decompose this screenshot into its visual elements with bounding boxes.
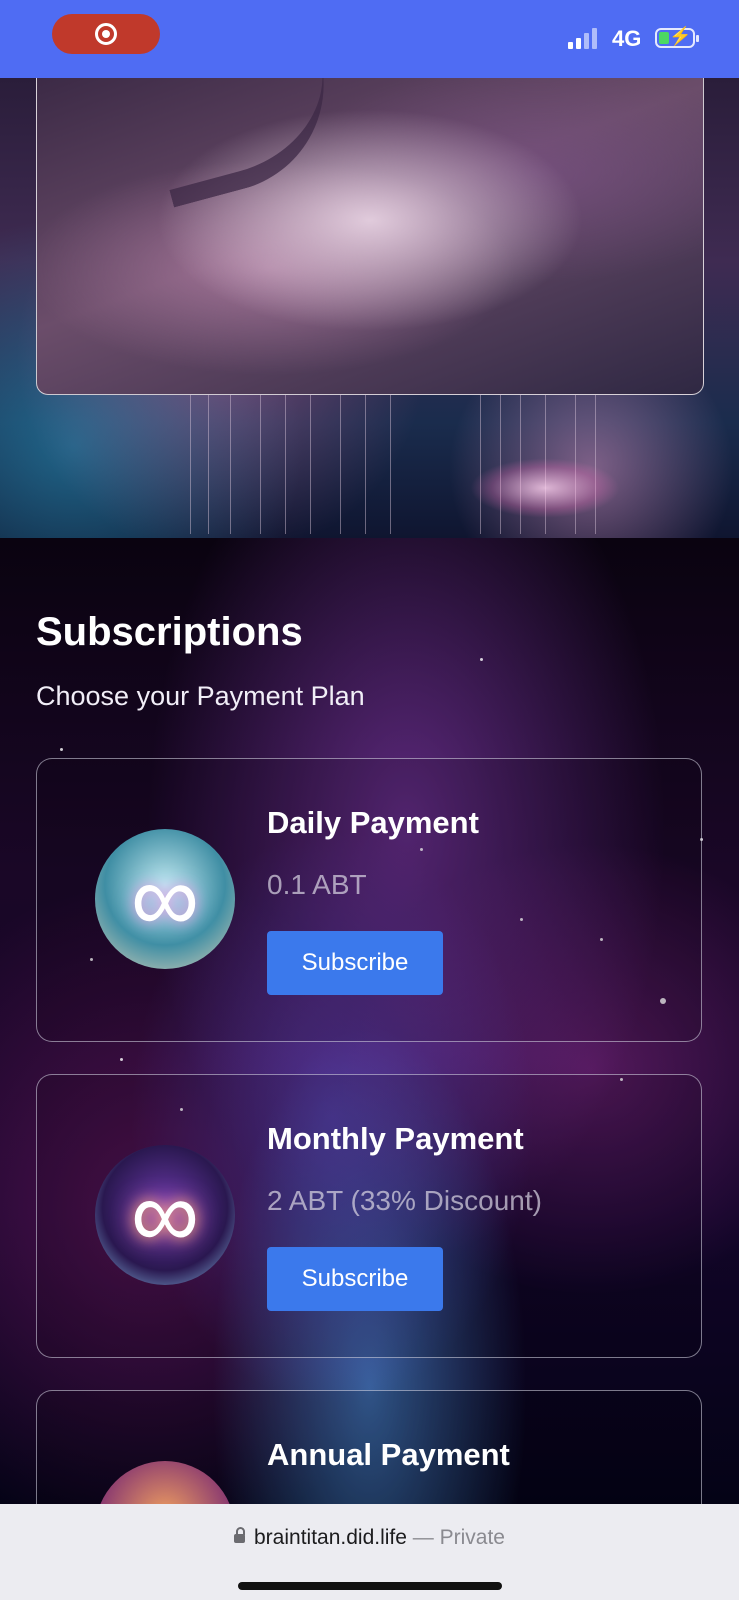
home-indicator[interactable]: [238, 1582, 502, 1590]
infinity-icon: ∞: [95, 1145, 235, 1285]
network-type: 4G: [612, 26, 642, 51]
infinity-icon: ∞: [95, 829, 235, 969]
screen-recording-indicator[interactable]: [52, 14, 160, 54]
cellular-signal-icon: [568, 28, 597, 49]
browser-address-bar[interactable]: braintitan.did.life — Private: [0, 1504, 739, 1600]
plan-price: 0.1 ABT: [267, 869, 367, 900]
plan-price: 2 ABT (33% Discount): [267, 1185, 542, 1216]
plan-card-annual: ∞ Annual Payment: [36, 1390, 702, 1504]
lock-icon: [234, 1527, 245, 1543]
url-separator: —: [412, 1526, 434, 1549]
plan-card-monthly: ∞ Monthly Payment 2 ABT (33% Discount) S…: [36, 1074, 702, 1358]
record-icon: [95, 23, 117, 45]
infinity-icon: ∞: [95, 1461, 235, 1504]
hero-image-frame: [36, 78, 704, 395]
url-text[interactable]: braintitan.did.life: [254, 1526, 407, 1549]
plan-name: Monthly Payment: [267, 1121, 524, 1156]
hero-artwork: [0, 78, 739, 538]
plan-name: Annual Payment: [267, 1437, 510, 1472]
glowing-hand-decoration: [470, 458, 620, 518]
privacy-label: Private: [439, 1526, 505, 1549]
plan-name: Daily Payment: [267, 805, 479, 840]
page-subtitle: Choose your Payment Plan: [36, 681, 365, 711]
subscribe-button-monthly[interactable]: Subscribe: [267, 1247, 443, 1311]
battery-charging-icon: ⚡: [655, 26, 699, 48]
status-bar: 4G ⚡: [0, 0, 739, 78]
plan-card-daily: ∞ Daily Payment 0.1 ABT Subscribe: [36, 758, 702, 1042]
subscriptions-section: Subscriptions Choose your Payment Plan ∞…: [0, 538, 739, 1504]
subscribe-button-daily[interactable]: Subscribe: [267, 931, 443, 995]
page-title: Subscriptions: [36, 610, 303, 654]
